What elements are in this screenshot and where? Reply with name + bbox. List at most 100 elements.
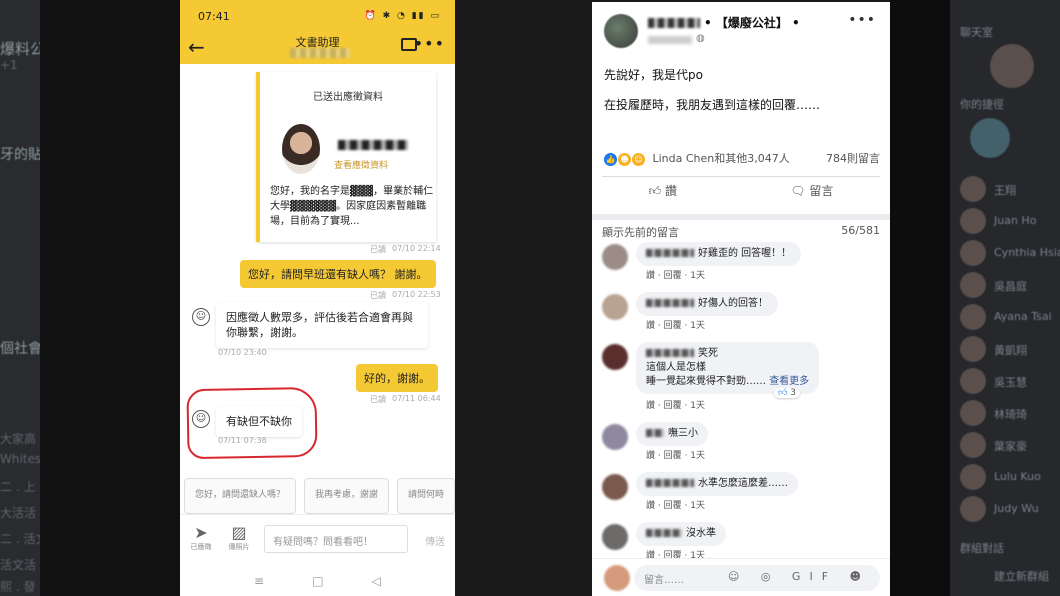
applicant-avatar	[282, 124, 320, 174]
bg-fragment: 大家高	[0, 432, 37, 446]
write-comment-bar: 留言…… ☺ ◎ GIF ☻	[592, 558, 890, 596]
wow-reaction-icon: ☺	[632, 152, 645, 166]
send-photo-label: 傳照片	[228, 543, 250, 551]
send-button[interactable]: 傳送	[425, 533, 445, 548]
group-name[interactable]: • 【爆廢公社】 •	[704, 14, 800, 31]
bg-contact: Juan Ho	[994, 214, 1037, 227]
comment-reply-link[interactable]: 回覆	[664, 271, 682, 281]
more-options-icon[interactable]: •••	[848, 12, 876, 28]
quick-reply-chip[interactable]: 您好，請問還缺人嗎？	[184, 478, 297, 514]
comment-reaction-badge[interactable]: 👍︎ 3	[774, 388, 801, 398]
message-input-bar: ➤ 已應徵 ▨ 傳照片 有疑問嗎？問看看吧！ 傳送	[180, 514, 455, 566]
commenter-avatar[interactable]	[602, 424, 628, 450]
quick-reply-chip[interactable]: 我再考慮，謝謝	[304, 478, 390, 514]
commenter-name-blurred[interactable]	[646, 349, 694, 357]
view-application-link[interactable]: 查看應徵資料	[334, 158, 388, 171]
status-time: 07:41	[198, 9, 230, 23]
bg-avatar	[960, 496, 986, 522]
show-previous-comments-link[interactable]: 顯示先前的留言	[602, 224, 679, 240]
poster-avatar[interactable]	[604, 14, 638, 48]
quick-reply-chip[interactable]: 請問何時	[397, 478, 455, 514]
message-time: 07/10 23:40	[218, 348, 267, 357]
comment-like-link[interactable]: 讚	[646, 321, 655, 331]
comments-count[interactable]: 784則留言	[826, 150, 880, 166]
bg-fragment: 熙 . 發	[0, 580, 36, 594]
comment-bubble: 水準怎麼這麼差……	[636, 472, 798, 496]
read-receipt: 已讀	[370, 245, 386, 254]
commenter-name-blurred[interactable]	[646, 529, 682, 537]
comment-time: 1天	[690, 321, 705, 331]
bg-fragment: 建立新群組	[994, 570, 1049, 583]
speech-bubble-icon: 🗨︎	[790, 184, 810, 198]
bg-fragment: 個社會	[0, 341, 42, 357]
applicant-name-blurred	[338, 140, 408, 150]
send-application-button[interactable]: ➤ 已應徵	[186, 523, 216, 552]
bg-contact: Ayana Tsai	[994, 310, 1052, 323]
comment-like-link[interactable]: 讚	[646, 501, 655, 511]
reaction-summary[interactable]: 👍 ☻ ☺ Linda Chen和其他3,047人 784則留言	[604, 150, 880, 166]
android-nav-bar: ≡ □ ◁	[180, 566, 455, 596]
comment-like-link[interactable]: 讚	[646, 401, 655, 411]
poster-name-blurred[interactable]	[648, 18, 700, 28]
bg-avatar	[960, 240, 986, 266]
send-photo-button[interactable]: ▨ 傳照片	[224, 523, 254, 552]
status-icons: ⏰ ✱ ◔ ▮▮ ▭	[364, 11, 441, 21]
background-shadow	[890, 0, 950, 596]
commenter-name-blurred[interactable]	[646, 479, 694, 487]
reactions-text: Linda Chen和其他3,047人	[652, 152, 790, 165]
comment-bubble: 好傷人的回答！	[636, 292, 778, 316]
comment-text: 睡一覺起來覺得不對勁……	[646, 376, 766, 387]
my-avatar	[604, 565, 630, 591]
commenter-avatar[interactable]	[602, 244, 628, 270]
comment-time: 1天	[690, 451, 705, 461]
back-icon[interactable]: ◁	[372, 574, 381, 588]
post-actions: 👍︎ 讚 🗨︎ 留言	[592, 182, 890, 208]
comments-toolbar: 顯示先前的留言 56/581	[602, 224, 880, 240]
reaction-icons: 👍 ☻ ☺	[604, 152, 645, 166]
card-title: 已送出應徵資料	[313, 92, 383, 103]
bg-avatar	[960, 432, 986, 458]
commenter-name-blurred[interactable]	[646, 429, 664, 437]
like-label: 讚	[664, 184, 677, 198]
comment-button[interactable]: 🗨︎ 留言	[790, 182, 833, 208]
commenter-avatar[interactable]	[602, 294, 628, 320]
bg-contact: Judy Wu	[994, 502, 1039, 515]
like-reaction-icon: 👍︎	[778, 388, 788, 398]
commenter-avatar[interactable]	[602, 524, 628, 550]
message-input[interactable]: 有疑問嗎？問看看吧！	[264, 525, 408, 553]
section-divider	[592, 214, 890, 220]
comment-reply-link[interactable]: 回覆	[664, 501, 682, 511]
comment-bubble: 沒水準	[636, 522, 726, 546]
commenter-avatar[interactable]	[602, 474, 628, 500]
comment-reply-link[interactable]: 回覆	[664, 321, 682, 331]
comment-actions: 讚 · 回覆 · 1天	[646, 271, 705, 281]
read-receipt: 已讀	[370, 395, 386, 404]
bg-fragment: Whites	[0, 452, 42, 466]
comment-bubble: 笑死 這個人是怎樣 睡一覺起來覺得不對勁…… 查看更多	[636, 342, 820, 394]
comment-like-link[interactable]: 讚	[646, 271, 655, 281]
bg-contact: Lulu Kuo	[994, 470, 1041, 483]
comment-text: 沒水準	[686, 528, 716, 539]
my-message: 您好，請問早班還有缺人嗎？ 謝謝。	[240, 260, 436, 288]
haha-reaction-icon: ☻	[618, 152, 631, 166]
home-icon[interactable]: □	[312, 574, 323, 588]
commenter-name-blurred[interactable]	[646, 299, 694, 307]
card-text: 您好，我的名字是▓▓▓，畢業於輔仁大學▓▓▓▓▓▓。因家庭因素暫離職場，目前為了…	[270, 186, 434, 227]
bg-fragment: +1	[0, 58, 18, 72]
thumbs-up-icon: 👍︎	[648, 184, 665, 198]
application-card[interactable]: 已送出應徵資料 查看應徵資料 您好，我的名字是▓▓▓，畢業於輔仁大學▓▓▓▓▓▓…	[256, 72, 436, 242]
facebook-post-screenshot: • 【爆廢公社】 • ◍ ••• 先說好，我是代po 在投履歷時，我朋友遇到這樣…	[592, 2, 890, 596]
commenter-name-blurred[interactable]	[646, 249, 694, 257]
comment-time: 1天	[690, 401, 705, 411]
like-button[interactable]: 👍︎ 讚	[649, 182, 677, 208]
comment-like-link[interactable]: 讚	[646, 451, 655, 461]
recent-apps-icon[interactable]: ≡	[254, 574, 264, 588]
more-options-icon[interactable]: •••	[414, 34, 445, 53]
bg-avatar	[960, 272, 986, 298]
comment-reply-link[interactable]: 回覆	[664, 401, 682, 411]
see-more-link[interactable]: 查看更多	[769, 376, 809, 387]
comment-tool-icons[interactable]: ☺ ◎ GIF ☻	[728, 570, 870, 583]
bg-fragment: 牙的貼	[0, 147, 42, 163]
comment-reply-link[interactable]: 回覆	[664, 451, 682, 461]
commenter-avatar[interactable]	[602, 344, 628, 370]
